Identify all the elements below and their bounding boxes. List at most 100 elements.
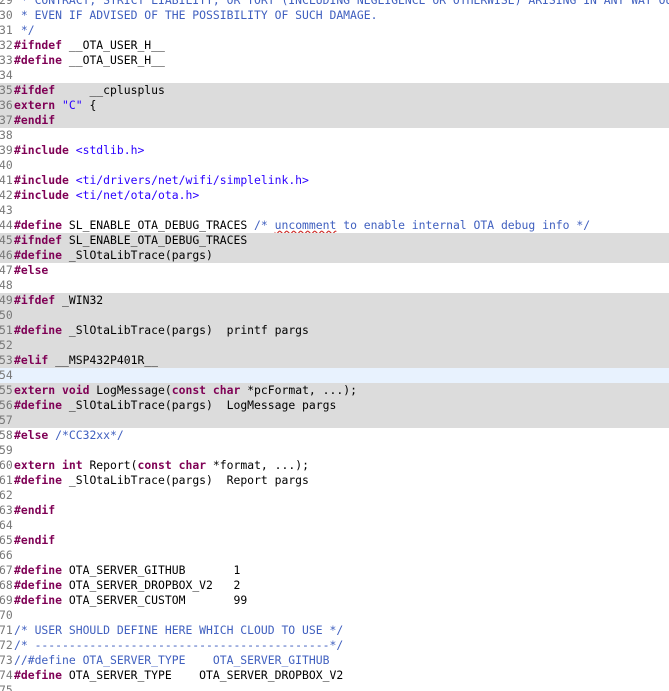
code-line[interactable]: 46 #define _SlOtaLibTrace(pargs) [0, 248, 669, 263]
line-number: 33 [0, 53, 13, 67]
code-line[interactable]: 41 #include <ti/drivers/net/wifi/simpleli… [0, 173, 669, 188]
code-line[interactable]: 34 [0, 68, 669, 83]
code-token: /*CC32xx*/ [55, 428, 124, 442]
code-line[interactable]: 65 #endif [0, 533, 669, 548]
code-token: to enable internal OTA debug info */ [336, 218, 591, 232]
code-token: <ti/drivers/net/wifi/simplelink.h> [75, 173, 309, 187]
code-line[interactable]: 59 [0, 443, 669, 458]
line-number: 68 [0, 578, 13, 592]
code-line[interactable]: 55 extern void LogMessage(const char *pcF… [0, 383, 669, 398]
code-token: const [137, 458, 172, 472]
code-line[interactable]: 47 #else [0, 263, 669, 278]
code-line[interactable]: 45 #ifndef SL_ENABLE_OTA_DEBUG_TRACES [0, 233, 669, 248]
code-token: char [178, 458, 207, 472]
code-line[interactable]: 75 [0, 683, 669, 691]
code-text: #else [14, 263, 48, 278]
code-line[interactable]: 61 #define _SlOtaLibTrace(pargs) Report p… [0, 473, 669, 488]
code-token: OTA_SERVER_GITHUB 1 [62, 563, 241, 577]
code-line[interactable]: 44 #define SL_ENABLE_OTA_DEBUG_TRACES /* … [0, 218, 669, 233]
code-line[interactable]: 67 #define OTA_SERVER_GITHUB 1 [0, 563, 669, 578]
code-line[interactable]: 71/* USER SHOULD DEFINE HERE WHICH CLOUD… [0, 623, 669, 638]
code-token: //#define OTA_SERVER_TYPE OTA_SERVER_GIT… [14, 653, 330, 667]
line-number: 52 [0, 338, 13, 352]
code-token: OTA_SERVER_CUSTOM 99 [62, 593, 248, 607]
code-line[interactable]: 62 [0, 488, 669, 503]
line-number: 59 [0, 443, 13, 457]
code-token: OTA_SERVER_DROPBOX_V2 2 [62, 578, 241, 592]
code-line[interactable]: 68 #define OTA_SERVER_DROPBOX_V2 2 [0, 578, 669, 593]
code-line[interactable]: 52 [0, 338, 669, 353]
code-line[interactable]: 73//#define OTA_SERVER_TYPE OTA_SERVER_G… [0, 653, 669, 668]
code-line[interactable]: 31 */ [0, 23, 669, 38]
line-number: 62 [0, 488, 13, 502]
code-line[interactable]: 60 extern int Report(const char *format, … [0, 458, 669, 473]
code-line[interactable]: 53 #elif __MSP432P401R__ [0, 353, 669, 368]
code-line[interactable]: 39 #include <stdlib.h> [0, 143, 669, 158]
code-line[interactable]: 50 [0, 308, 669, 323]
code-text: /* USER SHOULD DEFINE HERE WHICH CLOUD T… [14, 623, 343, 638]
code-token: <stdlib.h> [75, 143, 145, 157]
code-text: #define _SlOtaLibTrace(pargs) printf par… [14, 323, 309, 338]
code-line[interactable]: 29 * CONTRACT, STRICT LIABILITY, OR TORT… [0, 0, 669, 8]
code-token: /* -------------------------------------… [14, 638, 344, 652]
code-line[interactable]: 72/* -----------------------------------… [0, 638, 669, 653]
code-text: #elif __MSP432P401R__ [14, 353, 158, 368]
code-line[interactable]: 64 [0, 518, 669, 533]
code-token: __OTA_USER_H__ [62, 38, 165, 52]
code-token: char [212, 383, 241, 397]
code-token: #define [14, 218, 63, 232]
code-line[interactable]: 37 #endif [0, 113, 669, 128]
code-line[interactable]: 35 #ifdef __cplusplus [0, 83, 669, 98]
code-line[interactable]: 66 [0, 548, 669, 563]
line-number: 73 [0, 653, 13, 667]
line-number: 64 [0, 518, 13, 532]
code-line[interactable]: 40 [0, 158, 669, 173]
line-number: 46 [0, 248, 13, 262]
code-token: #elif [14, 353, 49, 367]
code-text: #define _SlOtaLibTrace(pargs) Report par… [14, 473, 309, 488]
code-text: //#define OTA_SERVER_TYPE OTA_SERVER_GIT… [14, 653, 329, 668]
code-token: #ifndef [14, 233, 63, 247]
code-line[interactable]: 70 [0, 608, 669, 623]
line-number: 75 [0, 683, 13, 691]
code-line[interactable]: 54 [0, 368, 669, 383]
code-line[interactable]: 36 extern "C" { [0, 98, 669, 113]
code-text: extern int Report(const char *format, ..… [14, 458, 309, 473]
code-token: /* USER SHOULD DEFINE HERE WHICH CLOUD T… [14, 623, 344, 637]
code-line[interactable]: 42 #include <ti/net/ota/ota.h> [0, 188, 669, 203]
line-number: 50 [0, 308, 13, 322]
line-number: 45 [0, 233, 13, 247]
line-number: 43 [0, 203, 13, 217]
code-line[interactable]: 58 #else /*CC32xx*/ [0, 428, 669, 443]
code-text: #else /*CC32xx*/ [14, 428, 124, 443]
code-line[interactable]: 30 * EVEN IF ADVISED OF THE POSSIBILITY … [0, 8, 669, 23]
code-line[interactable]: 49 #ifdef _WIN32 [0, 293, 669, 308]
code-text: #define OTA_SERVER_DROPBOX_V2 2 [14, 578, 240, 593]
code-line[interactable]: 32 #ifndef __OTA_USER_H__ [0, 38, 669, 53]
line-number: 65 [0, 533, 13, 547]
code-line[interactable]: 33 #define __OTA_USER_H__ [0, 53, 669, 68]
code-line[interactable]: 56 #define _SlOtaLibTrace(pargs) LogMessa… [0, 398, 669, 413]
code-token: #define [14, 668, 63, 682]
code-line[interactable]: 69 #define OTA_SERVER_CUSTOM 99 [0, 593, 669, 608]
line-number: 42 [0, 188, 13, 202]
code-token: #define [14, 53, 63, 67]
code-editor[interactable]: 29 * CONTRACT, STRICT LIABILITY, OR TORT… [0, 0, 669, 691]
code-line[interactable]: 43 [0, 203, 669, 218]
code-token: #ifdef [14, 293, 56, 307]
line-number: 63 [0, 503, 13, 517]
code-line[interactable]: 51 #define _SlOtaLibTrace(pargs) printf p… [0, 323, 669, 338]
code-line[interactable]: 74 #define OTA_SERVER_TYPE OTA_SERVER_DRO… [0, 668, 669, 683]
code-text: #define __OTA_USER_H__ [14, 53, 165, 68]
code-line[interactable]: 48 [0, 278, 669, 293]
line-number: 38 [0, 128, 13, 142]
code-line[interactable]: 57 [0, 413, 669, 428]
code-line[interactable]: 63 #endif [0, 503, 669, 518]
code-text: extern void LogMessage(const char *pcFor… [14, 383, 357, 398]
code-line[interactable]: 38 [0, 128, 669, 143]
code-token: _SlOtaLibTrace(pargs) [62, 248, 213, 262]
code-token: const [171, 383, 207, 397]
code-token: * EVEN IF ADVISED OF THE POSSIBILITY OF … [14, 8, 378, 22]
